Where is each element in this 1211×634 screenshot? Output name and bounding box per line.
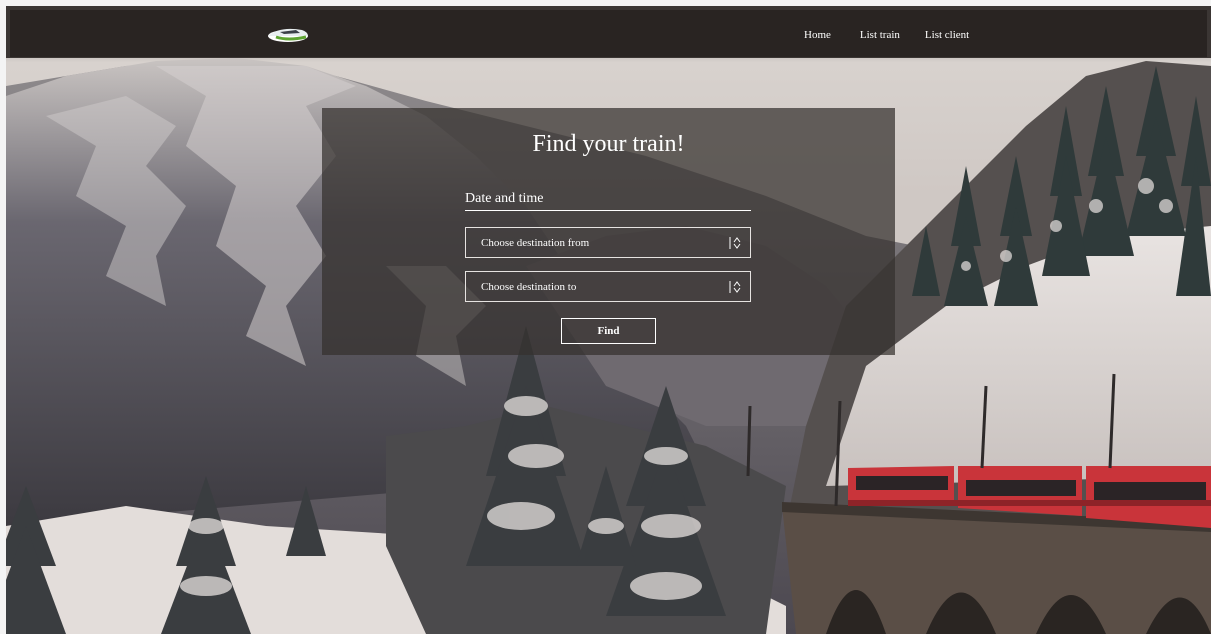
destination-to-select[interactable]: Choose destination to bbox=[465, 271, 751, 302]
destination-from-select[interactable]: Choose destination from bbox=[465, 227, 751, 258]
select-arrows-icon bbox=[728, 279, 742, 295]
nav-link-list-client[interactable]: List client bbox=[925, 29, 969, 41]
panel-title: Find your train! bbox=[532, 131, 685, 157]
page: Home List train List client Find your tr… bbox=[0, 0, 1211, 634]
nav-links: Home List train List client bbox=[804, 29, 969, 41]
datetime-input[interactable] bbox=[465, 188, 751, 211]
nav-link-home[interactable]: Home bbox=[804, 29, 831, 41]
destination-to-value: Choose destination to bbox=[481, 281, 577, 293]
nav-link-list-train[interactable]: List train bbox=[860, 29, 900, 41]
destination-from-value: Choose destination from bbox=[481, 237, 590, 249]
select-arrows-icon bbox=[728, 235, 742, 251]
train-logo-icon[interactable] bbox=[262, 21, 312, 47]
navbar: Home List train List client bbox=[10, 10, 1207, 57]
find-button[interactable]: Find bbox=[561, 318, 656, 344]
train-search-panel: Find your train! Choose destination from… bbox=[322, 108, 895, 355]
